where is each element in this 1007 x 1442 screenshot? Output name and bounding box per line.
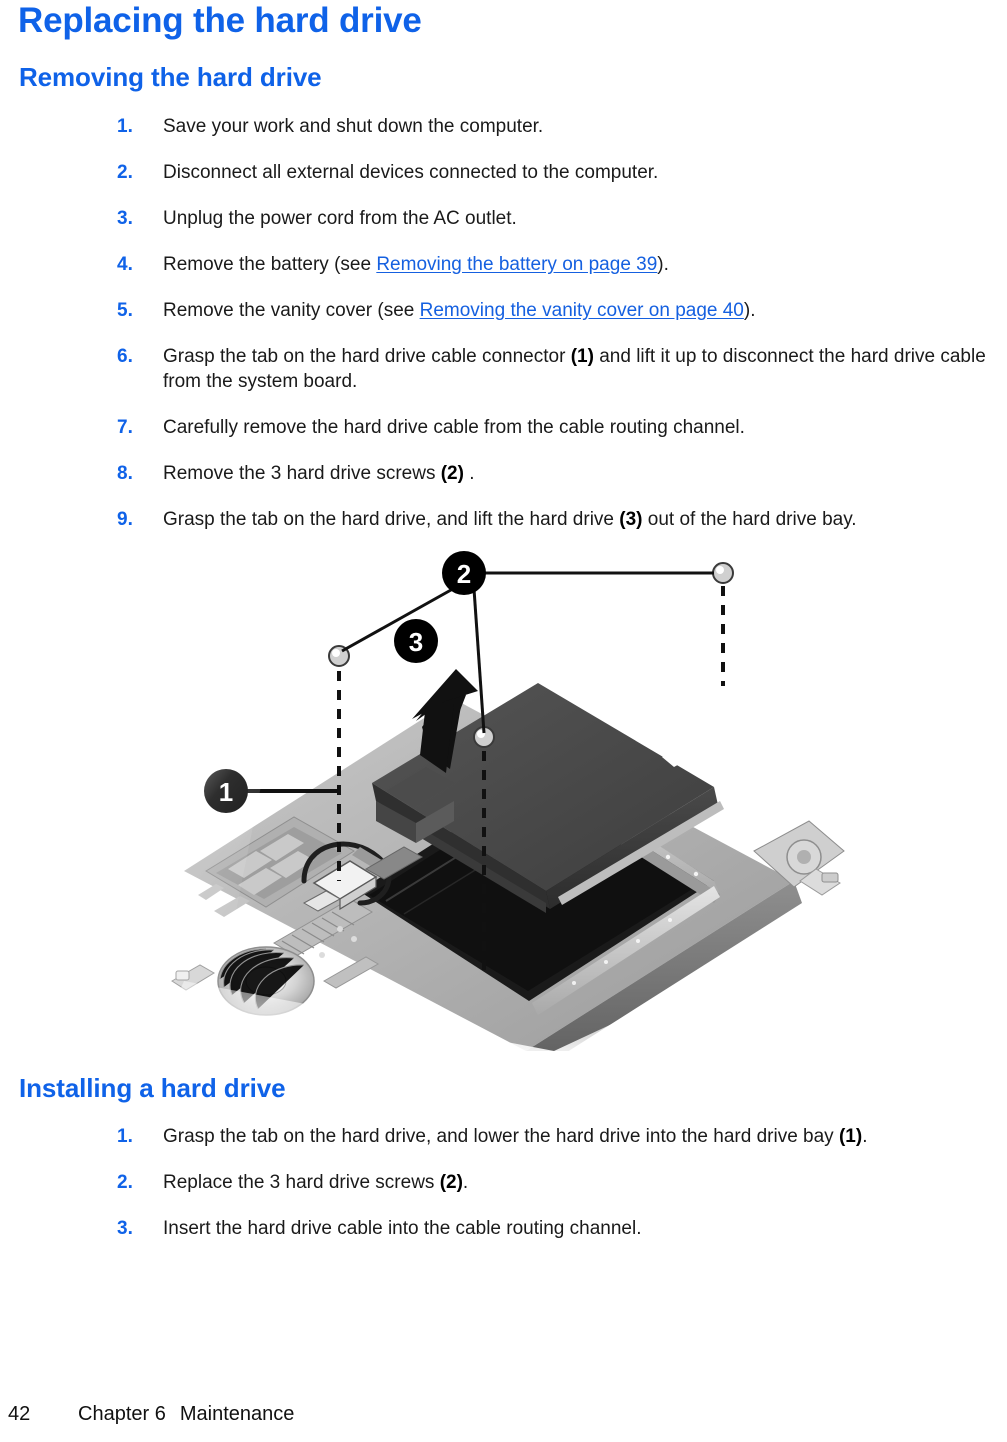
callout-reference: (1) xyxy=(570,346,594,367)
hard-drive-illustration: 2 3 1 xyxy=(153,551,854,1051)
step-number: 2. xyxy=(117,162,133,183)
step-text: Remove the battery (see Removing the bat… xyxy=(163,254,669,275)
step-text: Replace the 3 hard drive screws (2). xyxy=(163,1172,469,1193)
procedure-step: 3. Insert the hard drive cable into the c… xyxy=(0,1216,1007,1241)
hard-drive-removal-figure: 2 3 1 xyxy=(0,551,1007,1051)
procedure-step: 2. Replace the 3 hard drive screws (2). xyxy=(0,1170,1007,1195)
step-number: 9. xyxy=(117,509,133,530)
step-number: 1. xyxy=(117,116,133,137)
removing-steps-list: 1. Save your work and shut down the compu… xyxy=(0,114,1007,532)
cross-reference-link[interactable]: Removing the battery on page 39 xyxy=(376,254,657,275)
step-text: Insert the hard drive cable into the cab… xyxy=(163,1218,642,1239)
step-number: 4. xyxy=(117,254,133,275)
step-text: Remove the 3 hard drive screws (2) . xyxy=(163,463,475,484)
step-text: Grasp the tab on the hard drive, and low… xyxy=(163,1126,868,1147)
step-number: 1. xyxy=(117,1126,133,1147)
document-page: Replacing the hard drive Removing the ha… xyxy=(0,0,1007,1442)
cross-reference-link[interactable]: Removing the vanity cover on page 40 xyxy=(420,300,744,321)
callout-reference: (3) xyxy=(619,509,643,530)
svg-text:3: 3 xyxy=(408,627,422,657)
step-text: Grasp the tab on the hard drive cable co… xyxy=(163,346,986,392)
procedure-step: 1. Save your work and shut down the compu… xyxy=(0,114,1007,139)
procedure-step: 2. Disconnect all external devices connec… xyxy=(0,160,1007,185)
section-heading-installing: Installing a hard drive xyxy=(19,1073,286,1103)
step-text: Grasp the tab on the hard drive, and lif… xyxy=(163,509,857,530)
callout-3-marker: 3 xyxy=(393,619,438,663)
callout-2-marker: 2 xyxy=(441,551,486,595)
procedure-step: 1. Grasp the tab on the hard drive, and l… xyxy=(0,1124,1007,1149)
procedure-step: 9. Grasp the tab on the hard drive, and l… xyxy=(0,507,1007,532)
step-number: 3. xyxy=(117,1218,133,1239)
svg-text:2: 2 xyxy=(456,559,470,589)
section-heading-removing: Removing the hard drive xyxy=(19,62,322,92)
step-text: Carefully remove the hard drive cable fr… xyxy=(163,417,745,438)
installing-steps-list: 1. Grasp the tab on the hard drive, and l… xyxy=(0,1124,1007,1241)
step-text: Remove the vanity cover (see Removing th… xyxy=(163,300,756,321)
step-text: Save your work and shut down the compute… xyxy=(163,116,544,137)
step-text: Unplug the power cord from the AC outlet… xyxy=(163,208,517,229)
procedure-step: 5. Remove the vanity cover (see Removing … xyxy=(0,298,1007,323)
footer-chapter-title: Maintenance xyxy=(179,1403,295,1425)
page-title: Replacing the hard drive xyxy=(18,1,422,40)
callout-reference: (2) xyxy=(439,1172,463,1193)
footer-page-number: 42 xyxy=(8,1403,31,1425)
footer-chapter-label: Chapter 6 Maintenance xyxy=(78,1400,294,1428)
step-number: 7. xyxy=(117,417,133,438)
procedure-step: 6. Grasp the tab on the hard drive cable … xyxy=(0,344,1007,394)
procedure-step: 7. Carefully remove the hard drive cable … xyxy=(0,415,1007,440)
step-number: 8. xyxy=(117,463,133,484)
page-footer: 42 Chapter 6 Maintenance xyxy=(0,1400,1007,1428)
step-text: Disconnect all external devices connecte… xyxy=(163,162,659,183)
step-number: 6. xyxy=(117,346,133,367)
callout-reference: (2) xyxy=(440,463,464,484)
procedure-step: 4. Remove the battery (see Removing the b… xyxy=(0,252,1007,277)
step-number: 5. xyxy=(117,300,133,321)
procedure-step: 3. Unplug the power cord from the AC outl… xyxy=(0,206,1007,231)
step-number: 3. xyxy=(117,208,133,229)
callout-reference: (1) xyxy=(838,1126,863,1147)
footer-chapter-number: Chapter 6 xyxy=(78,1403,166,1425)
procedure-step: 8. Remove the 3 hard drive screws (2) . xyxy=(0,461,1007,486)
step-number: 2. xyxy=(117,1172,133,1193)
